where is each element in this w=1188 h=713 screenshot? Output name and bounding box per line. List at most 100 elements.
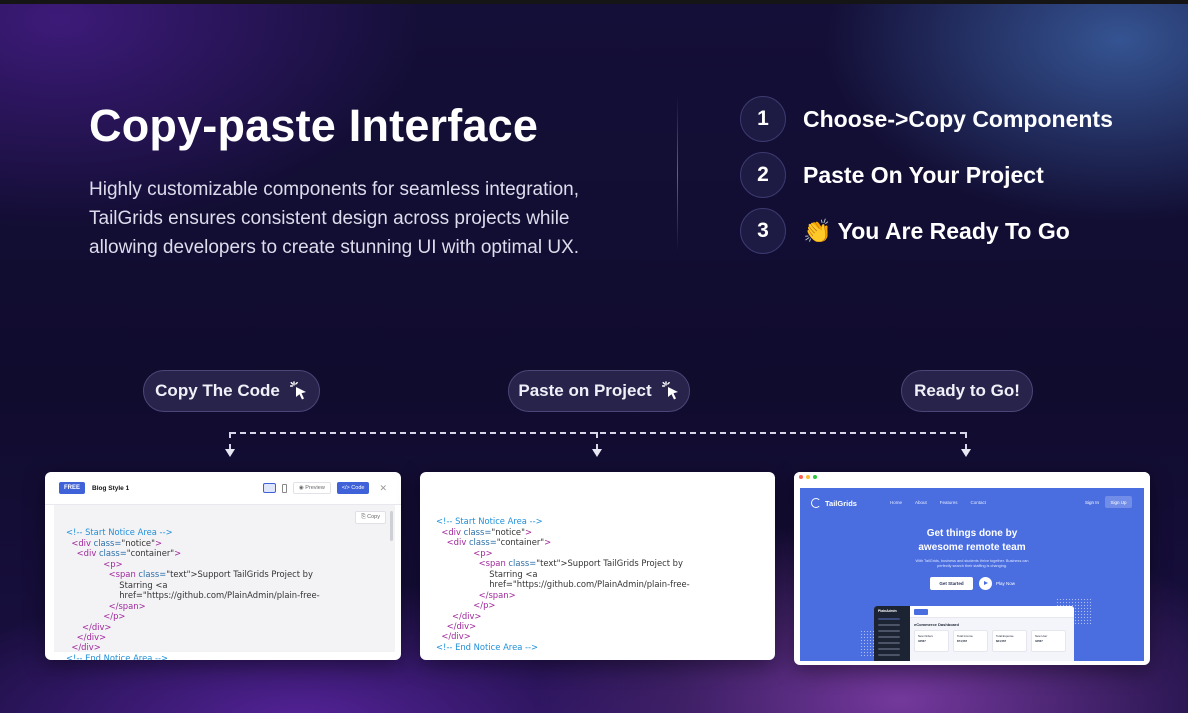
sidebar-item[interactable] [878,648,900,650]
code-button[interactable]: </> Code [336,482,370,494]
stat-card: Total Expense $24,567 [992,630,1027,652]
site-logo-text: TailGrids [825,498,857,508]
play-icon[interactable] [979,577,992,590]
dashboard-brand: PlainAdmin [878,609,897,613]
connector-line [230,432,966,434]
stat-label: Total Expense [996,634,1014,638]
monitor-icon[interactable] [262,483,276,493]
sign-up-button[interactable]: Sign Up [1105,496,1132,508]
code-line: </span> [108,600,146,611]
pill-label: Copy The Code [155,381,280,400]
code-line: <!-- End Notice Area --> [66,652,169,660]
copy-button[interactable]: ⎘ Copy [355,511,386,524]
code-line: <p> [103,558,123,569]
step-3: 3 👏 You Are Ready To Go [740,208,1070,254]
code-line: </div> [441,631,471,642]
ready-to-go-pill[interactable]: Ready to Go! [901,370,1033,412]
click-cursor-icon [661,381,678,400]
nav-home[interactable]: Home [890,500,902,505]
code-line: <p> [473,547,493,558]
copy-label: Copy [367,514,380,520]
code-line: <!-- End Notice Area --> [436,641,539,652]
step-1: 1 Choose->Copy Components [740,96,1113,142]
pill-label: Paste on Project [518,381,652,400]
stat-label: Total Income [957,634,973,638]
site-headline: Get things done by [926,528,1018,539]
site-logo[interactable]: TailGrids [811,498,857,508]
menu-button[interactable] [914,609,928,615]
free-badge: FREE [59,482,86,494]
code-card-header: FREE Blog Style 1 ◉ Preview </> Code ✕ [45,472,401,505]
paste-on-project-pill[interactable]: Paste on Project [508,370,690,412]
top-bar [0,0,1188,4]
stat-label: New Orders [918,634,933,638]
nav-about[interactable]: About [915,500,927,505]
get-started-button[interactable]: Get Started [930,577,973,590]
step-number: 1 [740,96,786,142]
code-line: href="https://github.com/PlainAdmin/plai… [489,579,690,590]
nav-contact[interactable]: Contact [971,500,987,505]
code-block: <!-- Start Notice Area --> <div class="n… [66,517,320,660]
code-copy-card: FREE Blog Style 1 ◉ Preview </> Code ✕ ⎘… [45,472,401,660]
click-cursor-icon [289,381,306,400]
code-line: </div> [446,620,477,631]
hero-title: Copy-paste Interface [89,100,539,151]
step-label: Choose->Copy Components [803,105,1113,132]
stat-value: 34567 [1035,639,1043,643]
sidebar-item[interactable] [878,630,900,632]
code-line: </div> [71,642,101,653]
code-line: Starring <a [489,568,538,579]
code-line: </div> [81,621,112,632]
code-line: </span> [478,589,516,600]
window-minimize-dot[interactable] [806,475,810,479]
stat-label: New User [1035,634,1048,638]
play-label: Play Now [996,581,1016,586]
stat-card: Total Income $74,567 [953,630,988,652]
dashboard-topbar [910,606,1074,618]
dashboard-preview: PlainAdmin eCommerce Dashboard New Order… [874,606,1074,661]
sidebar-item[interactable] [878,654,900,656]
site-hero: TailGrids Home About Features Contact Si… [800,488,1144,661]
window-maximize-dot[interactable] [813,475,817,479]
code-line: <!-- Start Notice Area --> [436,516,543,527]
stat-card: New User 34567 [1031,630,1066,652]
tailgrids-logo-icon [811,498,821,508]
sidebar-item[interactable] [878,624,900,626]
phone-icon[interactable] [281,483,287,493]
scrollbar[interactable] [390,511,393,541]
step-label: 👏 You Are Ready To Go [803,218,1070,245]
step-label: Paste On Your Project [803,161,1044,188]
hero-description-line: TailGrids ensures consistent design acro… [89,208,570,229]
window-close-dot[interactable] [799,475,803,479]
browser-bar [794,472,1150,482]
connector-drop [965,432,967,450]
sidebar-item[interactable] [878,642,900,644]
arrow-down-icon [225,449,235,457]
sidebar-item[interactable] [878,618,900,620]
arrow-down-icon [961,449,971,457]
arrow-down-icon [592,449,602,457]
sign-in-link[interactable]: Sign In [1085,500,1099,505]
hero-description-line: Highly customizable components for seaml… [89,179,580,200]
code-line: <span class="text">Support TailGrids Pro… [108,569,313,580]
step-label-text: You Are Ready To Go [837,217,1070,244]
vertical-divider [677,96,678,252]
close-icon[interactable]: ✕ [379,483,387,494]
hero-description: Highly customizable components for seaml… [89,175,649,262]
code-line: <span class="text">Support TailGrids Pro… [478,558,683,569]
code-line: href="https://github.com/PlainAdmin/plai… [119,590,320,601]
step-number: 2 [740,152,786,198]
code-area: ⎘ Copy <!-- Start Notice Area --> <div c… [54,505,395,660]
nav-features[interactable]: Features [940,500,958,505]
stat-value: $24,567 [996,639,1007,643]
code-line: Starring <a [119,579,168,590]
preview-button[interactable]: ◉ Preview [292,482,331,494]
code-line: </div> [76,631,107,642]
copy-the-code-pill[interactable]: Copy The Code [143,370,320,412]
step-2: 2 Paste On Your Project [740,152,1044,198]
site-subtext: With TailGrids, business and students th… [915,559,1029,568]
sidebar-item[interactable] [878,636,900,638]
pasted-code-card: <!-- Start Notice Area --> <div class="n… [420,472,775,660]
connector-drop [229,432,231,450]
stat-card: New Orders 34567 [914,630,949,652]
